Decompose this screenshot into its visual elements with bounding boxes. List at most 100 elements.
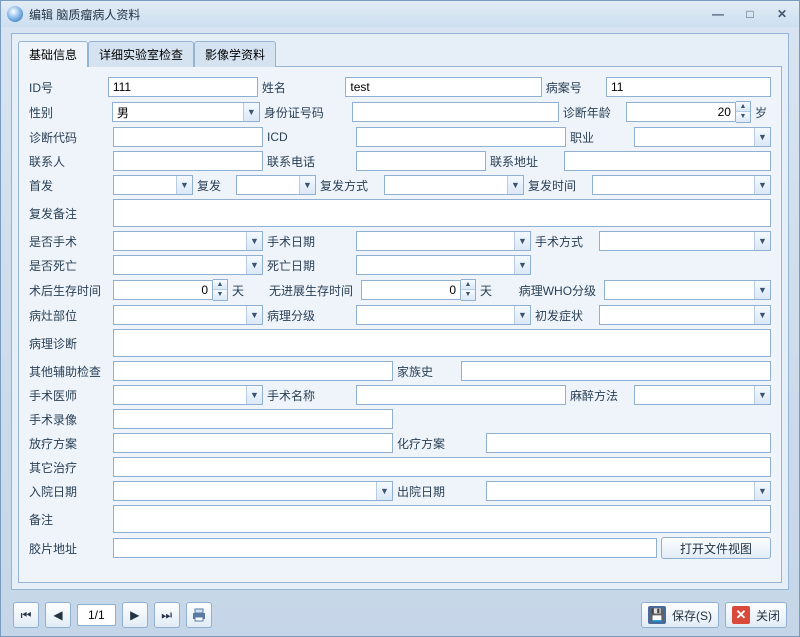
pathdiag-textarea[interactable] (113, 329, 771, 357)
chevron-down-icon: ▼ (246, 386, 262, 404)
idcard-input[interactable] (352, 102, 559, 122)
label-pathgrade: 病理分级 (267, 307, 352, 324)
label-diagcode: 诊断代码 (29, 129, 109, 146)
label-age-unit: 岁 (755, 104, 771, 121)
surgeryway-combo[interactable]: ▼ (599, 231, 771, 251)
close-window-button[interactable]: ✕ (771, 6, 793, 22)
chevron-down-icon: ▼ (246, 232, 262, 250)
chevron-down-icon: ▼ (754, 281, 770, 299)
label-name: 姓名 (262, 79, 342, 96)
titlebar: 编辑 脑质瘤病人资料 — □ ✕ (1, 1, 799, 27)
icd-input[interactable] (356, 127, 566, 147)
diagage-spinner[interactable]: ▲▼ (626, 101, 751, 123)
chevron-down-icon: ▼ (246, 256, 262, 274)
save-button[interactable]: 💾 保存(S) (641, 602, 719, 628)
issurgery-combo[interactable]: ▼ (113, 231, 263, 251)
label-chemo: 化疗方案 (397, 435, 482, 452)
initsym-combo[interactable]: ▼ (599, 305, 771, 325)
nav-next-button[interactable]: ▶ (122, 602, 148, 628)
diagcode-input[interactable] (113, 127, 263, 147)
label-relapsenote: 复发备注 (29, 205, 109, 222)
close-button[interactable]: ✕ 关闭 (725, 602, 787, 628)
filepath-input[interactable] (113, 538, 657, 558)
radio-input[interactable] (113, 433, 393, 453)
surgeryrec-input[interactable] (113, 409, 393, 429)
window-frame: 编辑 脑质瘤病人资料 — □ ✕ 基础信息 详细实验室检查 影像学资料 ID号 … (0, 0, 800, 637)
chevron-down-icon: ▼ (176, 176, 192, 194)
save-icon: 💾 (648, 606, 666, 624)
lesion-combo[interactable]: ▼ (113, 305, 263, 325)
label-othertreat: 其它治疗 (29, 459, 109, 476)
othertreat-input[interactable] (113, 457, 771, 477)
postop-spinner[interactable]: ▲▼ (113, 279, 228, 301)
label-day2: 天 (480, 282, 496, 299)
label-relapsetime: 复发时间 (528, 177, 588, 194)
relapseway-combo[interactable]: ▼ (384, 175, 524, 195)
chevron-down-icon: ▼ (754, 386, 770, 404)
print-button[interactable] (186, 602, 212, 628)
caseno-input[interactable] (606, 77, 771, 97)
label-otherexam: 其他辅助检查 (29, 363, 109, 380)
tab-basic-info[interactable]: 基础信息 (18, 41, 88, 67)
first-combo[interactable]: ▼ (113, 175, 193, 195)
label-relapseway: 复发方式 (320, 177, 380, 194)
surgeon-combo[interactable]: ▼ (113, 385, 263, 405)
label-phone: 联系电话 (267, 153, 352, 170)
job-combo[interactable]: ▼ (634, 127, 771, 147)
phone-input[interactable] (356, 151, 486, 171)
relapsenote-textarea[interactable] (113, 199, 771, 227)
tab-lab-detail[interactable]: 详细实验室检查 (88, 41, 194, 67)
tab-imaging[interactable]: 影像学资料 (194, 41, 276, 67)
sex-combo[interactable]: 男▼ (112, 102, 260, 122)
famhist-input[interactable] (461, 361, 771, 381)
contact-input[interactable] (113, 151, 263, 171)
chevron-down-icon: ▼ (754, 482, 770, 500)
address-input[interactable] (564, 151, 771, 171)
label-day1: 天 (232, 282, 248, 299)
nav-last-button[interactable]: ⏭ (154, 602, 180, 628)
noprog-spinner[interactable]: ▲▼ (361, 279, 476, 301)
label-relapse: 复发 (197, 177, 232, 194)
surgerydate-combo[interactable]: ▼ (356, 231, 531, 251)
label-caseno: 病案号 (546, 79, 602, 96)
nav-first-button[interactable]: ⏮ (13, 602, 39, 628)
nav-prev-button[interactable]: ◀ (45, 602, 71, 628)
chemo-input[interactable] (486, 433, 771, 453)
admitdate-combo[interactable]: ▼ (113, 481, 393, 501)
dischargedate-combo[interactable]: ▼ (486, 481, 771, 501)
id-input[interactable] (108, 77, 258, 97)
close-icon: ✕ (732, 606, 750, 624)
isdead-combo[interactable]: ▼ (113, 255, 263, 275)
deaddate-combo[interactable]: ▼ (356, 255, 531, 275)
label-lesion: 病灶部位 (29, 307, 109, 324)
label-surgeryrec: 手术录像 (29, 411, 109, 428)
label-surgeon: 手术医师 (29, 387, 109, 404)
label-isdead: 是否死亡 (29, 257, 109, 274)
label-job: 职业 (570, 129, 630, 146)
chevron-down-icon: ▼ (376, 482, 392, 500)
maximize-button[interactable]: □ (739, 6, 761, 22)
anesthesia-combo[interactable]: ▼ (634, 385, 771, 405)
label-surgeryway: 手术方式 (535, 233, 595, 250)
relapse-combo[interactable]: ▼ (236, 175, 316, 195)
surgeryname-input[interactable] (356, 385, 566, 405)
window-title: 编辑 脑质瘤病人资料 (29, 6, 707, 23)
bottom-toolbar: ⏮ ◀ 1/1 ▶ ⏭ 💾 保存(S) ✕ 关闭 (1, 594, 799, 636)
label-address: 联系地址 (490, 153, 560, 170)
label-deaddate: 死亡日期 (267, 257, 352, 274)
chevron-down-icon: ▼ (754, 128, 770, 146)
remark-textarea[interactable] (113, 505, 771, 533)
label-dischargedate: 出院日期 (397, 483, 482, 500)
label-pathdiag: 病理诊断 (29, 335, 109, 352)
open-file-button[interactable]: 打开文件视图 (661, 537, 771, 559)
relapsetime-combo[interactable]: ▼ (592, 175, 771, 195)
chevron-down-icon: ▼ (754, 306, 770, 324)
label-admitdate: 入院日期 (29, 483, 109, 500)
whograde-combo[interactable]: ▼ (604, 280, 771, 300)
chevron-down-icon: ▼ (514, 256, 530, 274)
pathgrade-combo[interactable]: ▼ (356, 305, 531, 325)
minimize-button[interactable]: — (707, 6, 729, 22)
otherexam-input[interactable] (113, 361, 393, 381)
name-input[interactable] (345, 77, 541, 97)
chevron-down-icon: ▼ (507, 176, 523, 194)
